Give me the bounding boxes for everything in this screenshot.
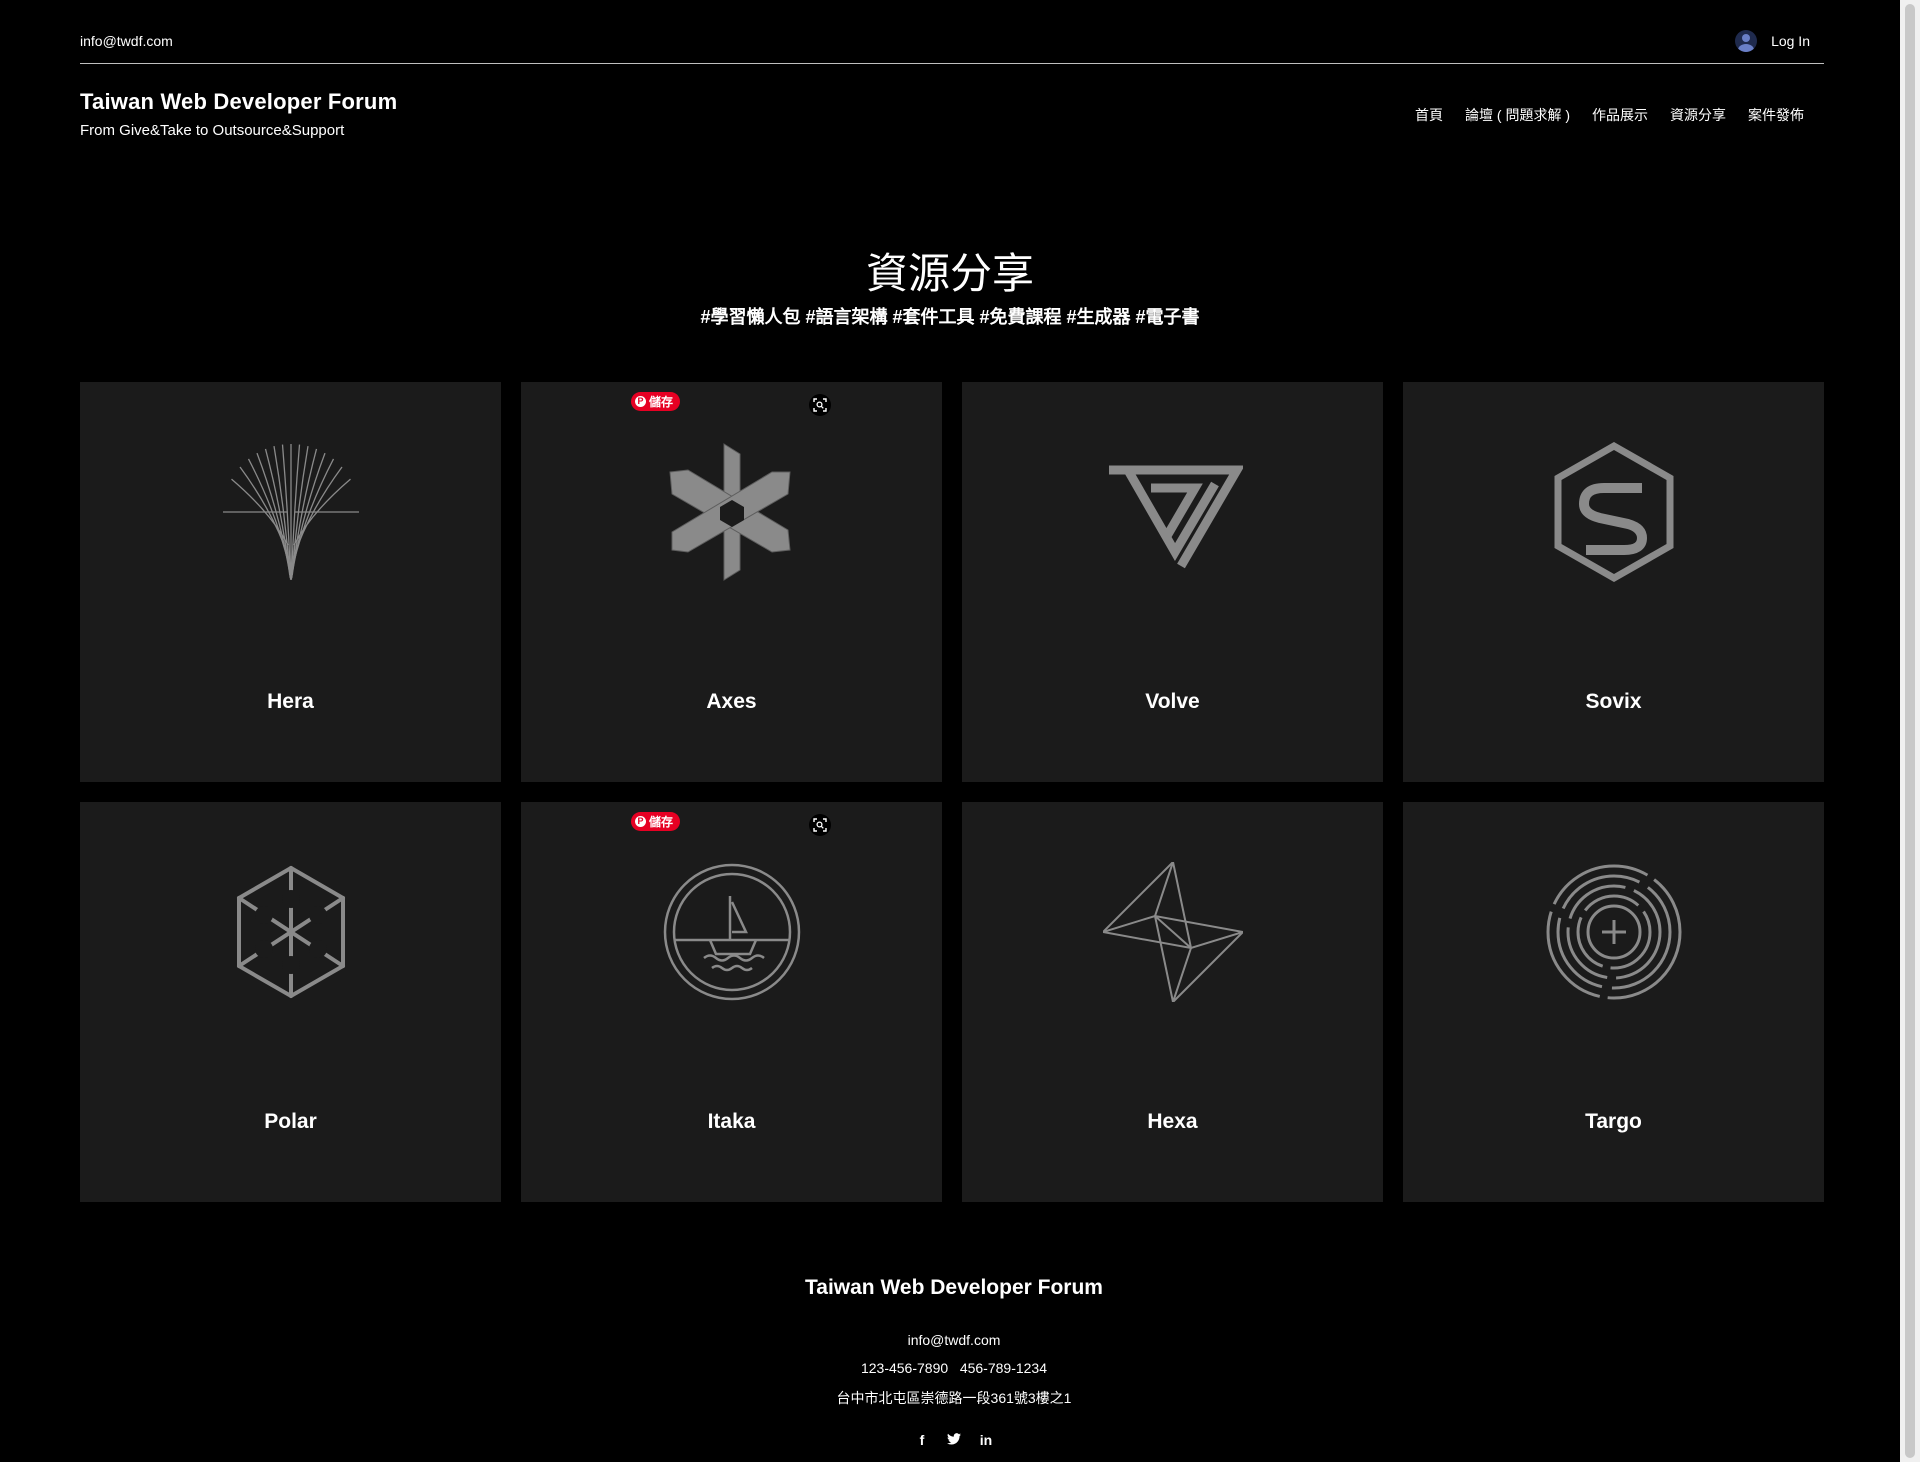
resource-card-sovix[interactable]: Sovix bbox=[1403, 382, 1824, 782]
card-title: Axes bbox=[706, 690, 757, 713]
sovix-icon bbox=[1544, 442, 1684, 582]
pinterest-save-button[interactable]: P 儲存 bbox=[631, 812, 681, 831]
card-title: Itaka bbox=[707, 1110, 756, 1133]
page-title: 資源分享 bbox=[865, 250, 1034, 297]
card-title: Sovix bbox=[1585, 690, 1642, 713]
visual-search-icon[interactable] bbox=[809, 394, 831, 416]
scrollbar[interactable] bbox=[1900, 0, 1920, 1462]
card-title: Hexa bbox=[1147, 1110, 1198, 1133]
itaka-icon bbox=[662, 862, 802, 1002]
nav-item-portfolio[interactable]: 作品展示 bbox=[1592, 105, 1648, 125]
login-label: Log In bbox=[1771, 33, 1810, 49]
visual-search-icon[interactable] bbox=[809, 814, 831, 836]
site-title[interactable]: Taiwan Web Developer Forum bbox=[80, 89, 397, 115]
axes-icon bbox=[662, 442, 802, 582]
pinterest-icon: P bbox=[635, 396, 646, 407]
footer-title: Taiwan Web Developer Forum bbox=[805, 1276, 1103, 1299]
card-title: Targo bbox=[1585, 1110, 1642, 1133]
scrollbar-thumb[interactable] bbox=[1905, 4, 1915, 1458]
resource-grid: Hera P 儲存 Axes Volve Sovix Polar P 儲存 It… bbox=[80, 382, 1824, 1202]
pinterest-save-label: 儲存 bbox=[649, 395, 674, 409]
polar-icon bbox=[221, 862, 361, 1002]
resource-card-hexa[interactable]: Hexa bbox=[962, 802, 1383, 1202]
card-title: Volve bbox=[1145, 690, 1200, 713]
pinterest-icon: P bbox=[635, 816, 646, 827]
hexa-icon bbox=[1102, 862, 1243, 1002]
top-bar: info@twdf.com Log In bbox=[80, 0, 1824, 64]
volve-icon bbox=[1103, 442, 1243, 582]
page: info@twdf.com Log In Taiwan Web Develope… bbox=[0, 0, 1900, 1462]
footer-address: 台中市北屯區崇德路一段361號3樓之1 bbox=[836, 1390, 1072, 1406]
footer-email[interactable]: info@twdf.com bbox=[0, 1332, 1908, 1348]
pinterest-save-button[interactable]: P 儲存 bbox=[631, 392, 681, 411]
resource-card-itaka[interactable]: P 儲存 Itaka bbox=[521, 802, 942, 1202]
nav-item-home[interactable]: 首頁 bbox=[1415, 105, 1443, 125]
nav-item-jobs[interactable]: 案件發佈 bbox=[1748, 105, 1804, 125]
resource-card-volve[interactable]: Volve bbox=[962, 382, 1383, 782]
top-email-link[interactable]: info@twdf.com bbox=[80, 33, 173, 49]
resource-card-polar[interactable]: Polar bbox=[80, 802, 501, 1202]
footer-phones: 123-456-7890 456-789-1234 bbox=[860, 1360, 1048, 1376]
hera-icon bbox=[221, 442, 361, 582]
nav-item-resources[interactable]: 資源分享 bbox=[1670, 105, 1726, 125]
resource-card-hera[interactable]: Hera bbox=[80, 382, 501, 782]
pinterest-save-label: 儲存 bbox=[649, 815, 674, 829]
card-title: Hera bbox=[267, 690, 314, 713]
twitter-icon[interactable] bbox=[947, 1432, 961, 1448]
user-avatar-icon bbox=[1735, 30, 1758, 52]
site-tagline: From Give&Take to Outsource&Support bbox=[80, 122, 345, 139]
targo-icon bbox=[1544, 862, 1684, 1002]
linkedin-icon[interactable]: in bbox=[979, 1432, 993, 1448]
main-nav: 首頁 論壇 ( 問題求解 ) 作品展示 資源分享 案件發佈 bbox=[1415, 105, 1804, 125]
resource-card-targo[interactable]: Targo bbox=[1403, 802, 1824, 1202]
facebook-icon[interactable]: f bbox=[915, 1432, 929, 1448]
resource-card-axes[interactable]: P 儲存 Axes bbox=[521, 382, 942, 782]
social-links: f in bbox=[0, 1432, 1908, 1448]
login-button[interactable]: Log In bbox=[1735, 30, 1810, 52]
card-title: Polar bbox=[264, 1110, 317, 1133]
page-tags: #學習懶人包 #語言架構 #套件工具 #免費課程 #生成器 #電子書 bbox=[700, 307, 1200, 327]
nav-item-forum[interactable]: 論壇 ( 問題求解 ) bbox=[1465, 105, 1570, 125]
